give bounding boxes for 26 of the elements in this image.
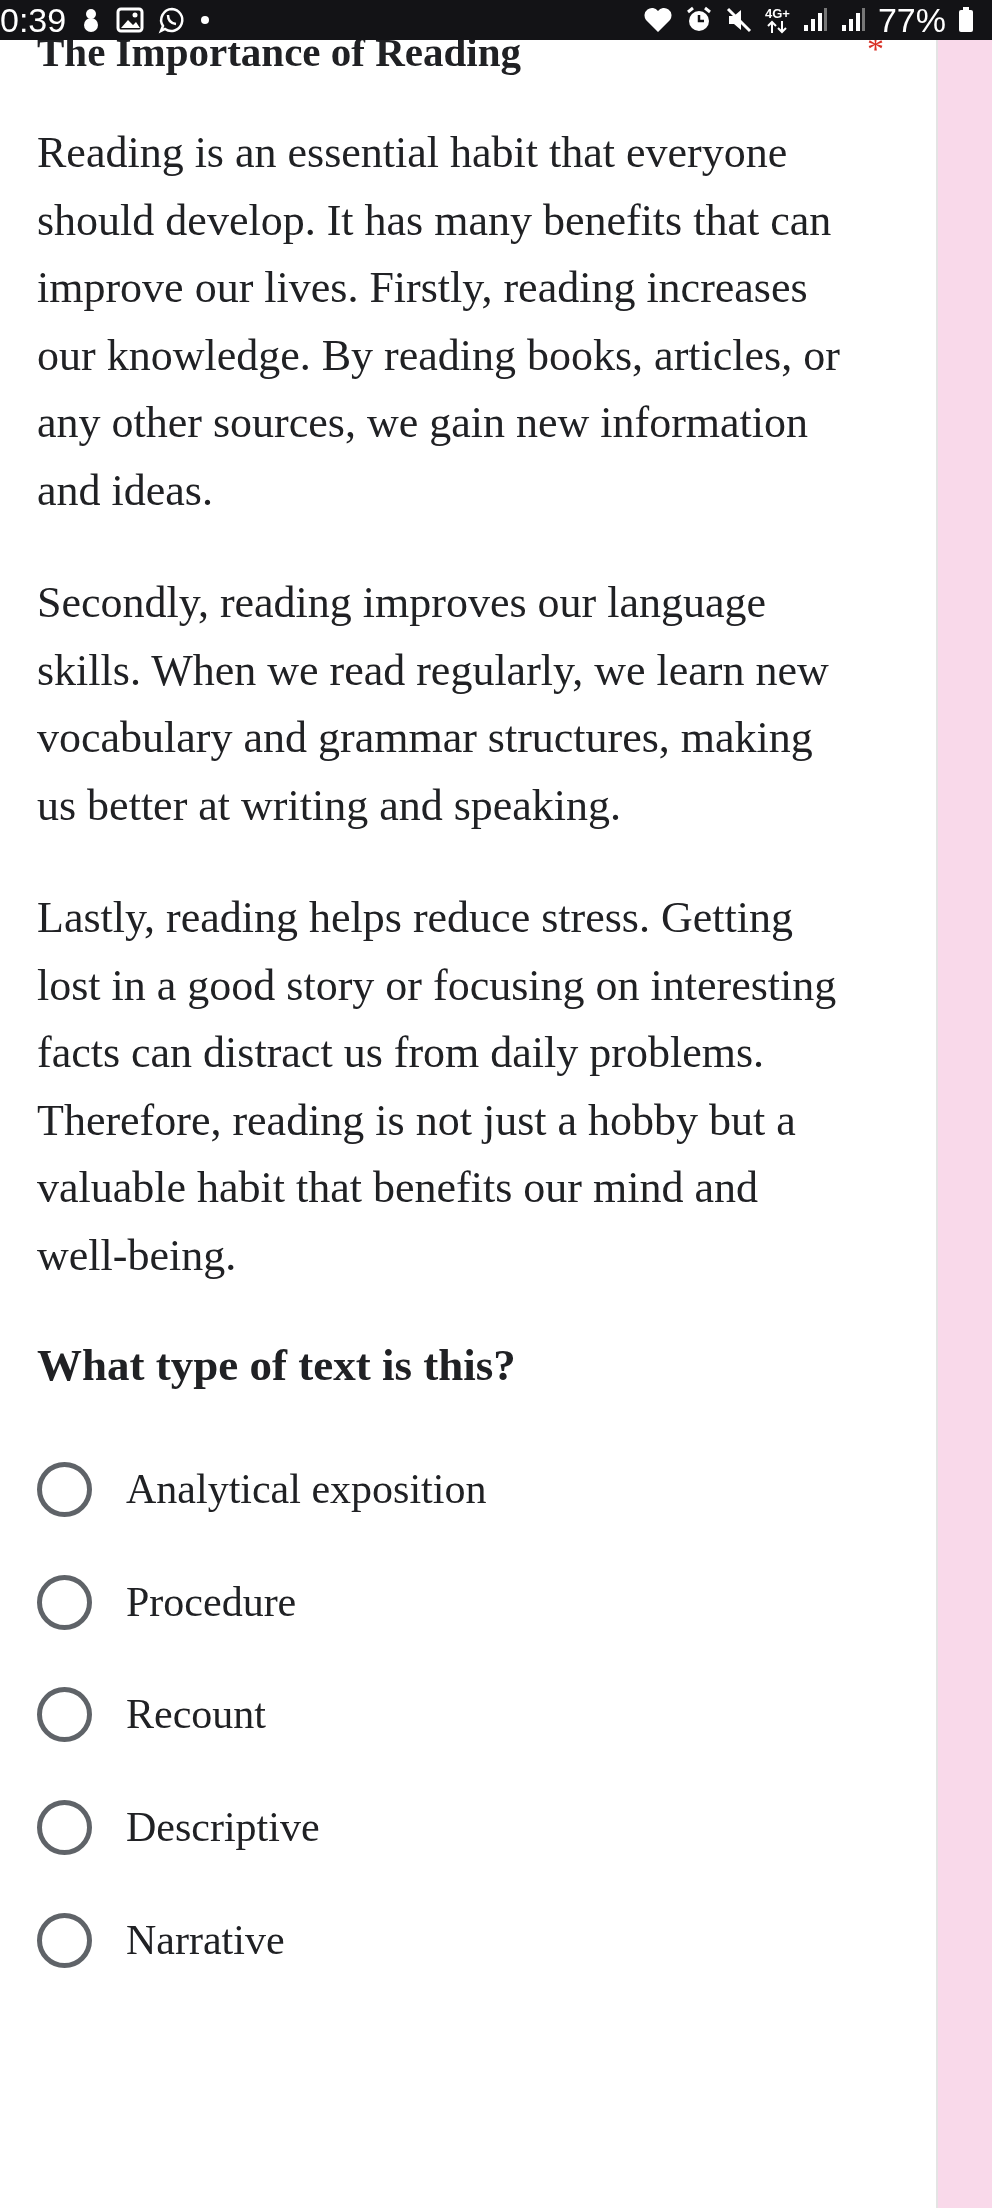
heart-icon bbox=[643, 7, 673, 33]
mute-icon bbox=[725, 6, 753, 34]
question-prompt: What type of text is this? bbox=[37, 1339, 517, 1392]
chat-bubble-icon bbox=[158, 6, 187, 34]
alarm-icon bbox=[685, 6, 713, 34]
radio-button[interactable] bbox=[37, 1799, 92, 1855]
battery-icon bbox=[958, 7, 974, 33]
dot-icon bbox=[200, 15, 211, 25]
signal-icon bbox=[839, 7, 866, 33]
option-label: Analytical exposition bbox=[126, 1464, 487, 1514]
data-arrows-icon bbox=[766, 19, 789, 34]
passage-paragraph: Reading is an essential habit that everyone should develop. It has many benefits that can improve our lives. Firstly, reading increases our knowledge. By reading books, articles, or any other sources, we gain new information and ideas. bbox=[37, 127, 841, 517]
option-label: Descriptive bbox=[126, 1802, 320, 1852]
network-type: 4G+ bbox=[765, 6, 790, 20]
option-label: Narrative bbox=[126, 1915, 285, 1965]
passage-paragraph: Lastly, reading helps reduce stress. Getting lost in a good story or focusing on interesting facts can distract us from daily problems. Therefore, reading is not just a hobby but a valuable habit that benefits our mind and well-being. bbox=[37, 892, 838, 1282]
signal-icon bbox=[801, 7, 828, 33]
radio-button[interactable] bbox=[37, 1687, 92, 1743]
option-label: Procedure bbox=[126, 1577, 297, 1627]
radio-button[interactable] bbox=[37, 1912, 92, 1968]
option-label: Recount bbox=[126, 1690, 266, 1740]
battery-percent: 77% bbox=[877, 3, 946, 37]
gallery-icon bbox=[116, 7, 145, 33]
radio-button[interactable] bbox=[37, 1574, 92, 1630]
radio-button[interactable] bbox=[37, 1461, 92, 1517]
passage-paragraph: Secondly, reading improves our language skills. When we read regularly, we learn new vocabulary and grammar structures, making us better at writing and speaking. bbox=[37, 577, 830, 832]
